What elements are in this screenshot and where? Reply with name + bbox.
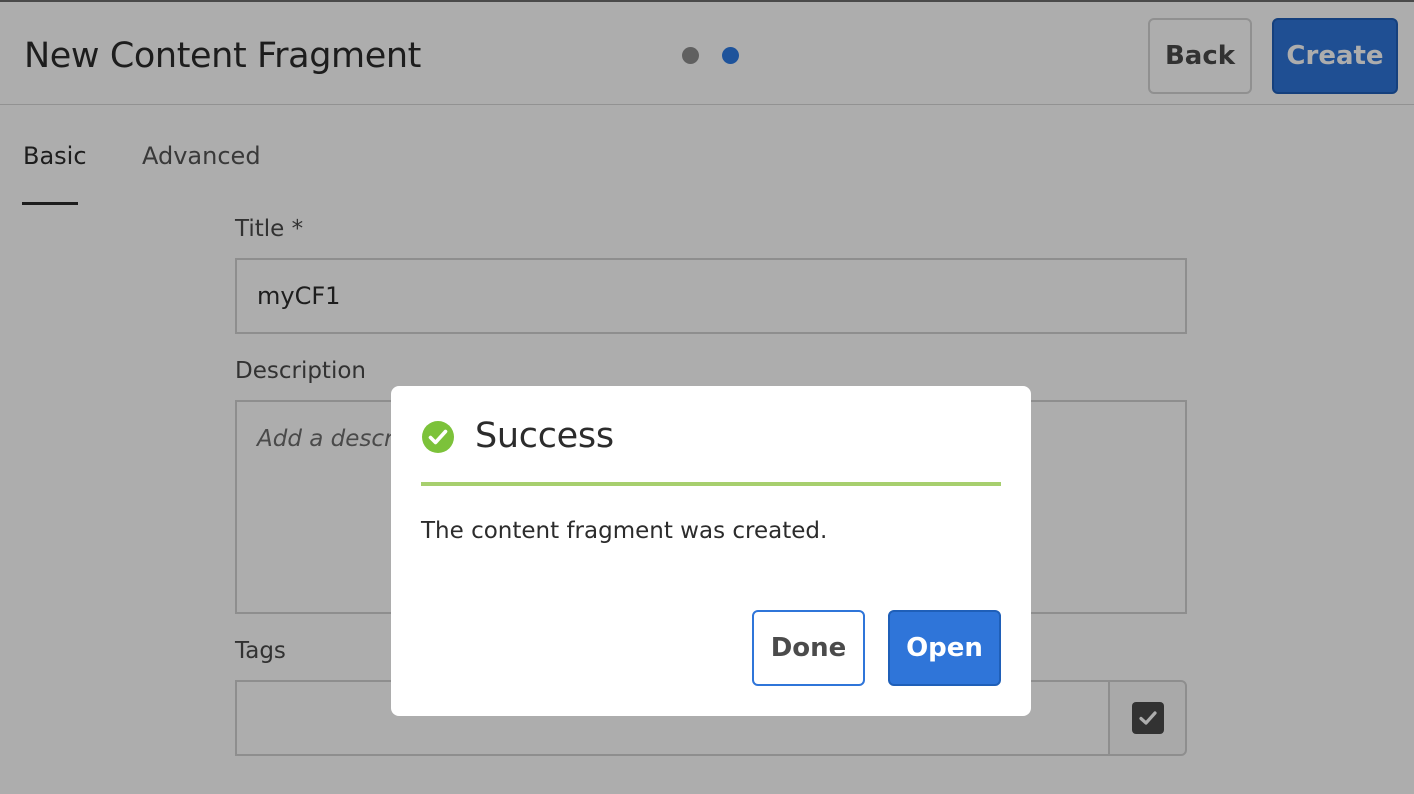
success-dialog: Success The content fragment was created… xyxy=(391,386,1031,716)
dialog-title: Success xyxy=(475,416,614,456)
success-check-icon xyxy=(422,421,454,453)
dialog-message: The content fragment was created. xyxy=(421,518,828,544)
done-button[interactable]: Done xyxy=(752,610,865,686)
dialog-divider xyxy=(421,482,1001,486)
open-button[interactable]: Open xyxy=(888,610,1001,686)
